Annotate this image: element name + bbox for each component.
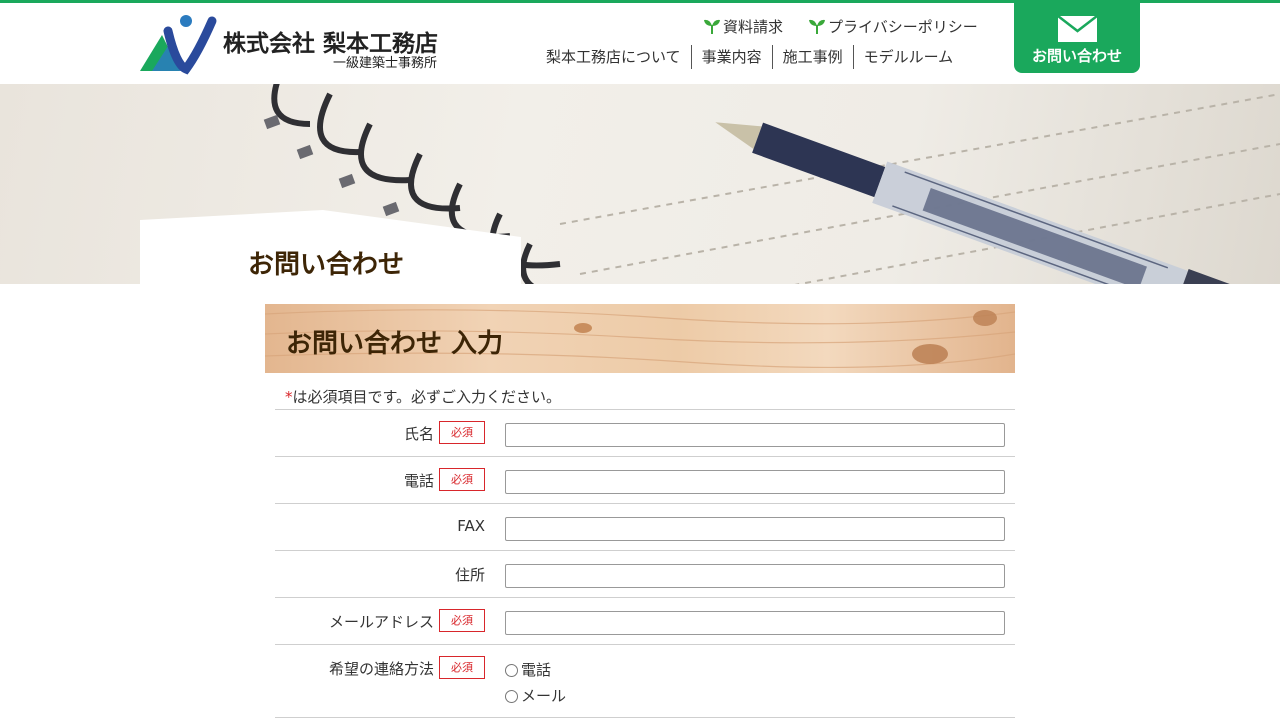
form-row-name: 氏名 必須 bbox=[275, 409, 1015, 456]
phone-label: 電話 bbox=[403, 472, 434, 490]
document-request-link[interactable]: 資料請求 bbox=[703, 16, 783, 37]
fax-input[interactable] bbox=[505, 517, 1005, 541]
radio-phone-label: 電話 bbox=[521, 661, 552, 679]
phone-input[interactable] bbox=[505, 470, 1005, 494]
required-note-text: は必須項目です。必ずご入力ください。 bbox=[292, 388, 562, 406]
privacy-policy-link[interactable]: プライバシーポリシー bbox=[808, 16, 978, 37]
email-label: メールアドレス bbox=[328, 613, 434, 631]
form-row-address: 住所 bbox=[275, 550, 1015, 597]
contact-button-label: お問い合わせ bbox=[1031, 47, 1122, 65]
nav-item-model-room[interactable]: モデルルーム bbox=[852, 45, 964, 69]
form-row-contact-method: 希望の連絡方法 必須 電話 メール bbox=[275, 644, 1015, 718]
required-badge: 必須 bbox=[439, 609, 485, 632]
form-row-phone: 電話 必須 bbox=[275, 456, 1015, 503]
privacy-policy-label: プライバシーポリシー bbox=[828, 18, 978, 36]
radio-email-label: メール bbox=[521, 687, 567, 705]
form-row-email: メールアドレス 必須 bbox=[275, 597, 1015, 644]
address-input[interactable] bbox=[505, 564, 1005, 588]
email-input[interactable] bbox=[505, 611, 1005, 635]
global-nav: 梨本工務店について 事業内容 施工事例 モデルルーム bbox=[546, 45, 963, 69]
radio-email[interactable]: メール bbox=[505, 685, 566, 706]
site-header: 株式会社 梨本工務店 一級建築士事務所 資料請求 プライバシーポリシー 梨本工務… bbox=[0, 3, 1280, 84]
address-label: 住所 bbox=[454, 566, 485, 584]
radio-circle-icon[interactable] bbox=[505, 690, 518, 703]
document-request-label: 資料請求 bbox=[723, 18, 784, 36]
section-header: お問い合わせ 入力 bbox=[265, 304, 1015, 373]
fax-label: FAX bbox=[457, 517, 485, 535]
nav-item-works[interactable]: 施工事例 bbox=[771, 45, 853, 69]
name-label: 氏名 bbox=[403, 425, 434, 443]
contact-form: 氏名 必須 電話 必須 FAX 住所 メールアドレス 必須 希望の連絡方法 必須… bbox=[275, 409, 1015, 718]
radio-phone[interactable]: 電話 bbox=[505, 659, 551, 680]
contact-method-label: 希望の連絡方法 bbox=[328, 660, 434, 678]
form-row-fax: FAX bbox=[275, 503, 1015, 550]
company-subtitle: 一級建築士事務所 bbox=[333, 56, 438, 71]
sprout-icon bbox=[809, 19, 825, 34]
page-title: お問い合わせ bbox=[248, 250, 405, 280]
mail-icon bbox=[1057, 15, 1098, 42]
nav-item-business[interactable]: 事業内容 bbox=[690, 45, 772, 69]
required-asterisk: * bbox=[285, 388, 293, 406]
required-badge: 必須 bbox=[439, 656, 485, 679]
required-badge: 必須 bbox=[439, 421, 485, 444]
name-input[interactable] bbox=[505, 423, 1005, 447]
radio-circle-icon[interactable] bbox=[505, 664, 518, 677]
contact-button[interactable]: お問い合わせ bbox=[1014, 3, 1140, 73]
required-badge: 必須 bbox=[439, 468, 485, 491]
sprout-icon bbox=[704, 19, 720, 34]
nav-item-about[interactable]: 梨本工務店について bbox=[546, 45, 691, 69]
company-logo-icon[interactable] bbox=[140, 13, 220, 75]
required-note: *は必須項目です。必ずご入力ください。 bbox=[285, 386, 561, 407]
section-title: お問い合わせ 入力 bbox=[286, 329, 504, 359]
